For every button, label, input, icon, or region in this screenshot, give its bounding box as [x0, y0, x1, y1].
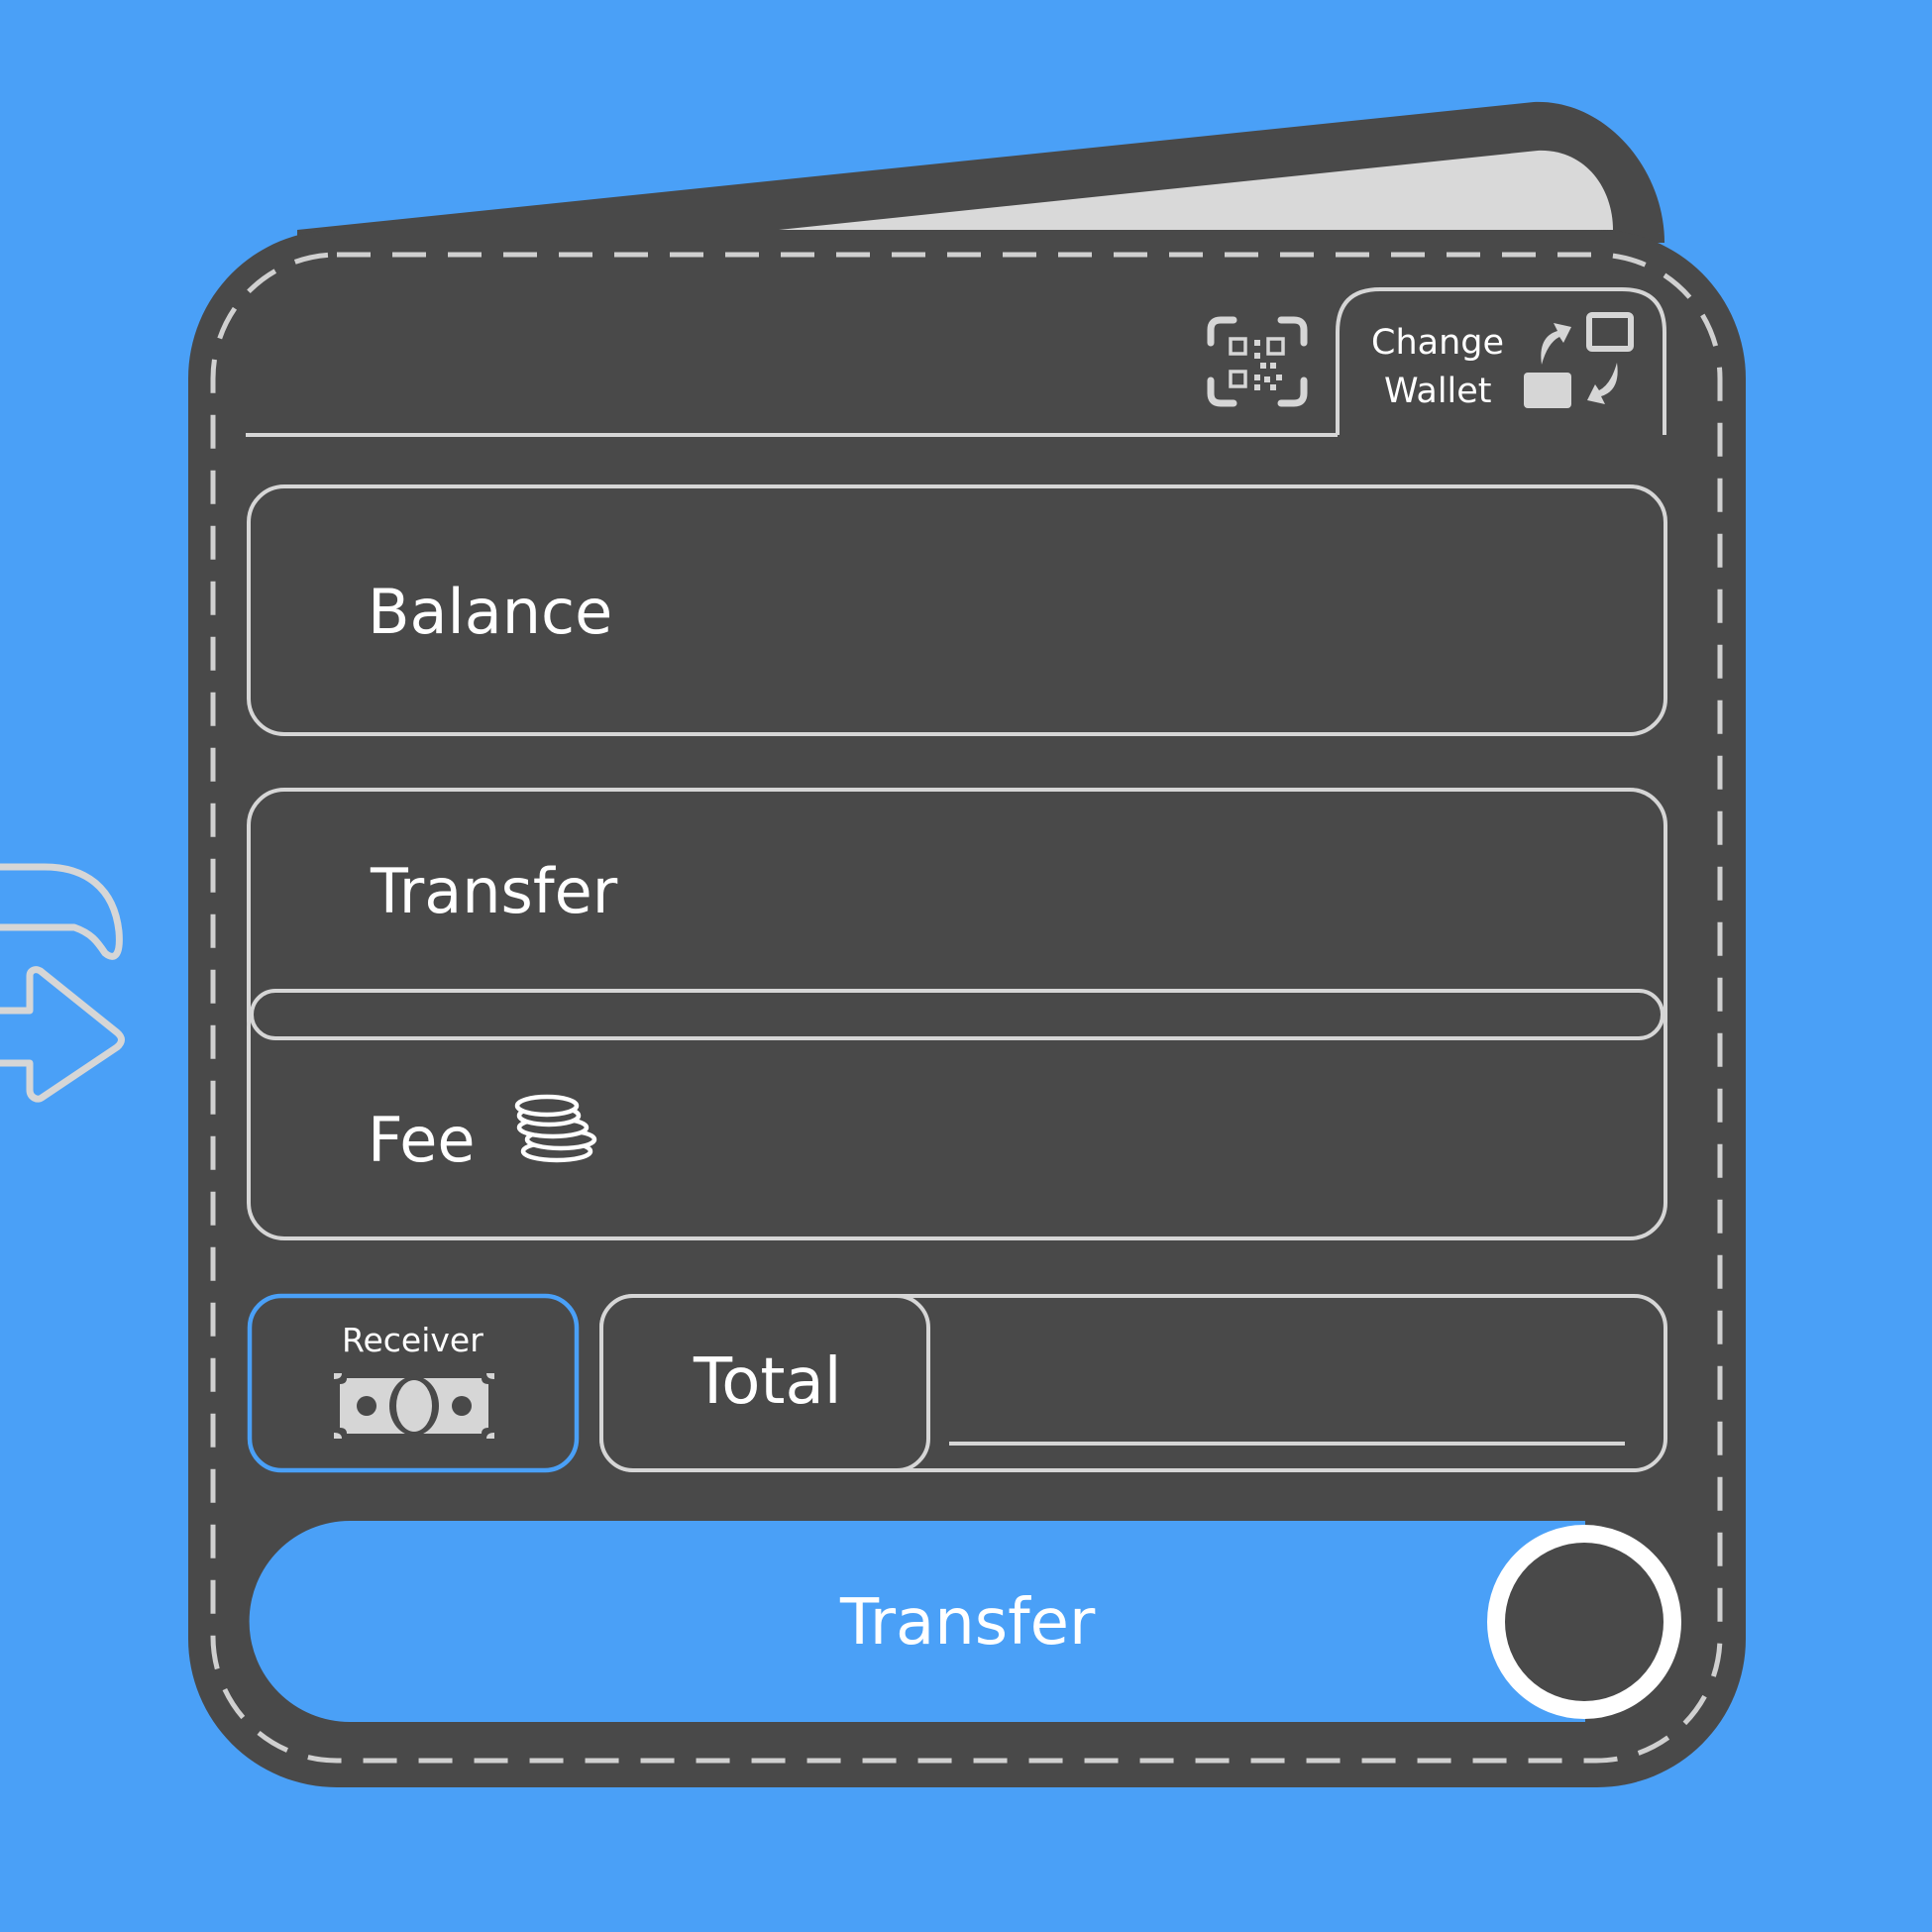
total-input[interactable]: [931, 1296, 1665, 1470]
transfer-arrow-icon: [0, 863, 125, 1103]
qr-scan-button[interactable]: [1201, 311, 1314, 414]
transfer-fee-seam: [250, 989, 1664, 1040]
wallet-back-flap: [297, 101, 1664, 243]
wallet-screen: Change Wallet Balance Transfer Fee Recei…: [0, 0, 1932, 1932]
fee-field[interactable]: [249, 1038, 1665, 1238]
change-wallet-button[interactable]: [1338, 289, 1664, 435]
transfer-amount-input[interactable]: [249, 790, 1665, 988]
balance-field[interactable]: [249, 486, 1665, 734]
receiver-button[interactable]: [250, 1296, 577, 1470]
transfer-slide-button[interactable]: [250, 1521, 1672, 1722]
total-label: Total: [694, 1345, 842, 1419]
